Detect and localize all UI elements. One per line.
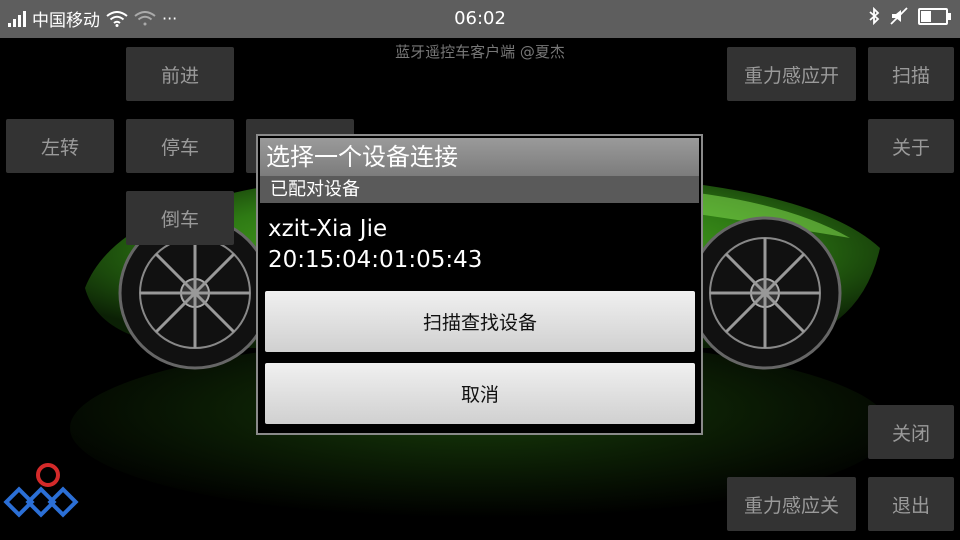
cancel-button[interactable]: 取消	[265, 363, 695, 424]
device-address: 20:15:04:01:05:43	[268, 247, 483, 273]
exit-button[interactable]: 退出	[868, 477, 954, 531]
clock: 06:02	[454, 8, 506, 29]
battery-icon	[918, 7, 951, 25]
car-wheel-right	[688, 216, 842, 370]
close-button[interactable]: 关闭	[868, 405, 954, 459]
gravity-off-button[interactable]: 重力感应关	[727, 477, 856, 531]
bluetooth-icon	[869, 7, 880, 25]
status-bar: 中国移动 ··· 06:02	[0, 0, 960, 38]
forward-button[interactable]: 前进	[126, 47, 234, 101]
turn-left-button[interactable]: 左转	[6, 119, 114, 173]
reverse-button[interactable]: 倒车	[126, 191, 234, 245]
stop-button[interactable]: 停车	[126, 119, 234, 173]
device-name: xzit-Xia Jie	[268, 216, 388, 242]
paired-device-item[interactable]: xzit-Xia Jie 20:15:04:01:05:43	[268, 214, 482, 276]
device-select-dialog: 选择一个设备连接 已配对设备 xzit-Xia Jie 20:15:04:01:…	[256, 134, 703, 435]
paired-devices-header: 已配对设备	[260, 176, 699, 203]
scan-button[interactable]: 扫描	[868, 47, 954, 101]
gravity-on-button[interactable]: 重力感应开	[727, 47, 856, 101]
scan-devices-button[interactable]: 扫描查找设备	[265, 291, 695, 352]
mute-icon	[890, 7, 908, 25]
about-button[interactable]: 关于	[868, 119, 954, 173]
dialog-title: 选择一个设备连接	[260, 138, 699, 176]
app-logo	[3, 463, 79, 518]
